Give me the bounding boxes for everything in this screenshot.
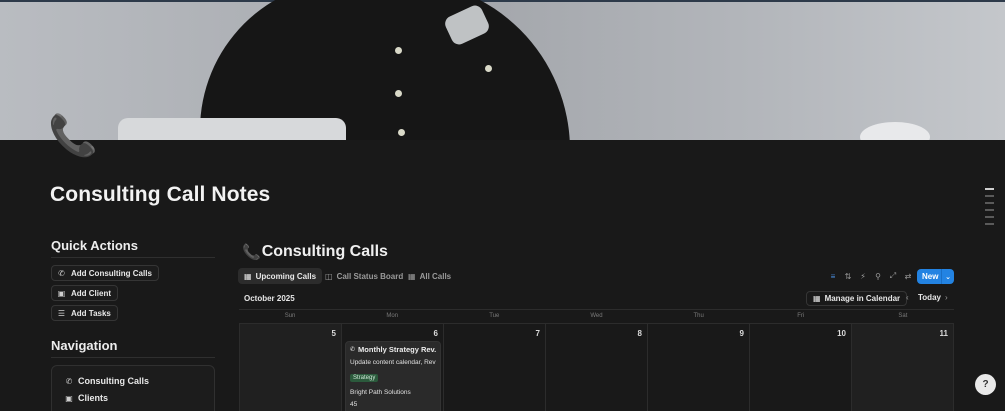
event-tag: Strategy xyxy=(350,374,379,382)
cover-image xyxy=(0,0,1005,140)
add-client-button[interactable]: ▣ Add Client xyxy=(51,285,118,301)
nav-item-consulting-calls[interactable]: ✆ Consulting Calls xyxy=(64,376,149,386)
database-title-text: Consulting Calls xyxy=(261,243,388,260)
checklist-icon: ☰ xyxy=(57,308,66,318)
day-number: 9 xyxy=(739,329,744,338)
button-label: Manage in Calendar xyxy=(824,294,901,303)
quick-actions-heading: Quick Actions xyxy=(51,238,138,253)
nav-item-label: Consulting Calls xyxy=(78,376,150,386)
button-label: Add Consulting Calls xyxy=(71,268,152,278)
day-number: 7 xyxy=(535,329,540,338)
calendar-day-cell[interactable]: 8 xyxy=(546,324,648,411)
page-outline[interactable] xyxy=(985,188,995,230)
calendar-weekday-header: Sun Mon Tue Wed Thu Fri Sat xyxy=(239,309,954,323)
weekday-label: Mon xyxy=(386,313,399,319)
filter-icon[interactable]: ≡ xyxy=(827,270,839,282)
shirt-button xyxy=(395,90,402,97)
outline-mark[interactable] xyxy=(985,223,994,225)
event-client: Bright Path Solutions xyxy=(350,389,411,396)
help-button[interactable]: ? xyxy=(975,374,996,395)
tab-call-status-board[interactable]: ◫ Call Status Board xyxy=(319,268,409,284)
tab-label: All Calls xyxy=(419,271,452,281)
shirt-button xyxy=(485,65,492,72)
chevron-right-icon[interactable]: › xyxy=(945,293,948,302)
briefcase-icon: ▣ xyxy=(57,288,66,298)
weekday-label: Tue xyxy=(489,313,500,319)
calendar-day-cell[interactable]: 5 xyxy=(239,324,342,411)
calendar-day-cell[interactable]: 10 xyxy=(750,324,852,411)
cover-top-border xyxy=(0,0,1005,2)
calendar-icon: ▦ xyxy=(244,271,252,281)
calendar-day-cell[interactable]: 7 xyxy=(444,324,546,411)
automation-icon[interactable]: ⚡ xyxy=(857,270,869,282)
outline-mark[interactable] xyxy=(985,216,994,218)
day-number: 11 xyxy=(939,329,948,338)
day-number: 6 xyxy=(433,329,438,338)
tab-all-calls[interactable]: ▦ All Calls xyxy=(402,268,457,284)
nav-item-clients[interactable]: ▣ Clients xyxy=(64,393,108,403)
today-button[interactable]: Today xyxy=(918,293,941,302)
expand-icon[interactable]: ⤢ xyxy=(887,270,899,282)
board-icon: ◫ xyxy=(325,271,333,281)
weekday-label: Sat xyxy=(898,313,908,319)
telephone-icon[interactable]: 📞 xyxy=(48,116,98,156)
database-title[interactable]: 📞 Consulting Calls xyxy=(242,243,388,261)
search-icon[interactable]: ⚲ xyxy=(872,270,884,282)
phone-icon: ✆ xyxy=(65,376,73,386)
weekday-label: Thu xyxy=(693,313,704,319)
tab-label: Upcoming Calls xyxy=(255,271,317,281)
calendar-icon: ▦ xyxy=(813,294,821,303)
day-number: 5 xyxy=(331,329,336,338)
navigation-box: ✆ Consulting Calls ▣ Clients xyxy=(51,365,215,411)
day-number: 10 xyxy=(837,329,846,338)
button-label: Add Client xyxy=(71,288,111,298)
weekday-label: Fri xyxy=(797,313,805,319)
tab-upcoming-calls[interactable]: ▦ Upcoming Calls xyxy=(238,268,323,284)
day-number: 8 xyxy=(637,329,642,338)
manage-in-calendar-button[interactable]: ▦ Manage in Calendar xyxy=(806,291,908,306)
chevron-left-icon[interactable]: ‹ xyxy=(906,293,909,302)
event-title-text: Monthly Strategy Rev... xyxy=(358,345,436,354)
settings-icon[interactable]: ⇄ xyxy=(902,270,914,282)
shirt-button xyxy=(395,47,402,54)
add-tasks-button[interactable]: ☰ Add Tasks xyxy=(51,305,118,321)
briefcase-icon: ▣ xyxy=(65,393,73,403)
divider xyxy=(51,357,215,358)
navigation-heading: Navigation xyxy=(51,338,118,353)
weekday-label: Sun xyxy=(284,313,296,319)
page-title: Consulting Call Notes xyxy=(50,183,271,206)
phone-icon: ✆ xyxy=(58,268,65,278)
calendar-day-cell[interactable]: 9 xyxy=(648,324,750,411)
shirt-button xyxy=(398,129,405,136)
outline-mark[interactable] xyxy=(985,202,994,204)
add-consulting-calls-button[interactable]: ✆ Add Consulting Calls xyxy=(51,265,159,281)
new-button[interactable]: New ⌄ xyxy=(917,269,954,284)
weekday-label: Wed xyxy=(590,313,603,319)
table-icon: ▦ xyxy=(408,271,416,281)
event-duration: 45 xyxy=(350,401,358,408)
phone-icon: 📞 xyxy=(242,244,261,261)
new-button-label: New xyxy=(922,272,939,281)
outline-mark[interactable] xyxy=(985,209,994,211)
outline-mark[interactable] xyxy=(985,188,994,190)
divider xyxy=(51,257,215,258)
nav-item-label: Clients xyxy=(78,393,109,403)
calendar-day-cell[interactable]: 11 xyxy=(852,324,954,411)
chevron-down-icon[interactable]: ⌄ xyxy=(942,273,954,281)
month-label: October 2025 xyxy=(244,294,295,303)
view-toolbar: ≡ ⇅ ⚡ ⚲ ⤢ ⇄ xyxy=(827,270,914,282)
button-label: Add Tasks xyxy=(71,308,111,318)
sort-icon[interactable]: ⇅ xyxy=(842,270,854,282)
tab-label: Call Status Board xyxy=(336,271,404,281)
event-card[interactable]: ✆ Monthly Strategy Rev... Update content… xyxy=(345,341,441,411)
event-title: ✆ Monthly Strategy Rev... xyxy=(350,345,436,354)
outline-mark[interactable] xyxy=(985,195,994,197)
event-tasks: Update content calendar, Revise xyxy=(350,359,436,366)
cover-object xyxy=(860,122,930,140)
cover-laptop xyxy=(118,118,346,140)
phone-icon: ✆ xyxy=(350,347,356,353)
